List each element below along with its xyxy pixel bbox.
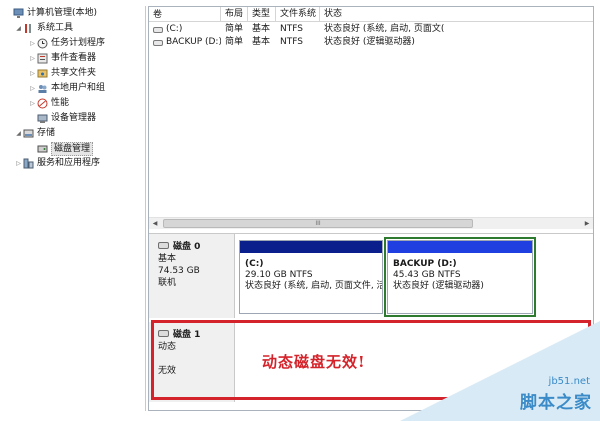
services-icon [23, 158, 34, 169]
computer-management-icon [13, 8, 24, 19]
drive-icon [153, 39, 163, 46]
disk-0-row: 磁盘 0 基本 74.53 GB 联机 (C:) 29.10 GB NTFS 状… [149, 234, 593, 318]
tree-expanded-icon[interactable]: ◢ [14, 21, 23, 36]
volume-name: BACKUP (D:) [166, 37, 221, 47]
status-cell: 状态良好 (系统, 启动, 页面文( [324, 24, 445, 34]
volume-list-header: 卷 布局 类型 文件系统 状态 [149, 7, 593, 22]
tree-collapsed-icon[interactable]: ▷ [28, 36, 37, 51]
device-manager-icon [37, 113, 48, 124]
tree-collapsed-icon[interactable]: ▷ [28, 81, 37, 96]
tree-item-label: 性能 [51, 98, 70, 108]
tree-item-label: 存储 [37, 128, 56, 138]
disk-0-title: 磁盘 0 [158, 239, 234, 252]
partition-c-text: (C:) 29.10 GB NTFS 状态良好 (系统, 启动, 页面文件, 活 [240, 253, 382, 292]
type-cell: 基本 [252, 24, 271, 34]
scroll-left-icon[interactable]: ◀ [149, 218, 161, 229]
filesystem-cell: NTFS [280, 37, 303, 47]
volume-list: 卷 布局 类型 文件系统 状态 (C:) 简单 基本 NTFS 状态良好 (系统… [149, 7, 593, 225]
disk-management-icon [37, 143, 48, 154]
tree-item-label: 事件查看器 [51, 53, 97, 63]
tree-item-label: 磁盘管理 [51, 141, 94, 156]
tree-expanded-icon[interactable]: ◢ [14, 126, 23, 141]
type-cell: 基本 [252, 37, 271, 47]
partition-d-bar [388, 241, 532, 253]
tree-collapsed-icon[interactable]: ▷ [28, 66, 37, 81]
tree-item-performance[interactable]: ▷ 性能 [4, 96, 145, 111]
column-header-type[interactable]: 类型 [248, 7, 276, 22]
partition-d-name: BACKUP (D:) [393, 259, 457, 269]
scroll-right-icon[interactable]: ▶ [581, 218, 593, 229]
disk-0-state: 联机 [158, 278, 177, 288]
tree-item-label: 服务和应用程序 [37, 158, 101, 168]
status-cell: 状态良好 (逻辑驱动器) [324, 37, 415, 47]
tree-collapsed-icon[interactable]: ▷ [28, 51, 37, 66]
layout-cell: 简单 [225, 24, 244, 34]
column-header-layout[interactable]: 布局 [221, 7, 248, 22]
volume-cell: BACKUP (D:) [149, 36, 221, 49]
tree-item-disk-management[interactable]: 磁盘管理 [4, 141, 145, 156]
tree-item-storage[interactable]: ◢ 存储 [4, 126, 145, 141]
tree-item-label: 设备管理器 [51, 113, 97, 123]
volume-name: (C:) [166, 24, 183, 34]
partition-c-size: 29.10 GB NTFS [245, 270, 313, 280]
tree-item-device-manager[interactable]: 设备管理器 [4, 111, 145, 126]
clock-icon [37, 38, 48, 49]
tree-item-label: 任务计划程序 [51, 38, 106, 48]
table-row[interactable]: BACKUP (D:) 简单 基本 NTFS 状态良好 (逻辑驱动器) [149, 36, 593, 49]
horizontal-scrollbar[interactable]: ◀ III ▶ [149, 217, 593, 229]
column-header-status[interactable]: 状态 [320, 7, 593, 22]
tree-item-shared-folders[interactable]: ▷ 共享文件夹 [4, 66, 145, 81]
filesystem-cell: NTFS [280, 24, 303, 34]
tree-item-label: 本地用户和组 [51, 83, 106, 93]
column-header-filesystem[interactable]: 文件系统 [276, 7, 320, 22]
disk-0-name: 磁盘 0 [173, 241, 201, 252]
partition-c[interactable]: (C:) 29.10 GB NTFS 状态良好 (系统, 启动, 页面文件, 活 [239, 240, 383, 314]
tree-root-label: 计算机管理(本地) [27, 8, 98, 18]
tree-item-event-viewer[interactable]: ▷ 事件查看器 [4, 51, 145, 66]
details-pane: 卷 布局 类型 文件系统 状态 (C:) 简单 基本 NTFS 状态良好 (系统… [148, 6, 594, 411]
disk-1-highlight-box: 动态磁盘无效! [151, 320, 591, 400]
tree-item-task-scheduler[interactable]: ▷ 任务计划程序 [4, 36, 145, 51]
partition-d-status: 状态良好 (逻辑驱动器) [393, 281, 484, 291]
tree-item-services-apps[interactable]: ▷ 服务和应用程序 [4, 156, 145, 171]
partition-c-name: (C:) [245, 259, 264, 269]
tree-root[interactable]: 计算机管理(本地) [4, 6, 145, 21]
disk-graphical-view: 磁盘 0 基本 74.53 GB 联机 (C:) 29.10 GB NTFS 状… [149, 233, 593, 410]
volume-cell: (C:) [149, 23, 221, 36]
event-viewer-icon [37, 53, 48, 64]
performance-icon [37, 98, 48, 109]
disk-0-kind: 基本 [158, 254, 177, 264]
tree-item-local-users[interactable]: ▷ 本地用户和组 [4, 81, 145, 96]
layout-cell: 简单 [225, 37, 244, 47]
shared-folder-icon [37, 68, 48, 79]
partition-d-text: BACKUP (D:) 45.43 GB NTFS 状态良好 (逻辑驱动器) [388, 253, 532, 292]
console-tree: 计算机管理(本地) ◢ 系统工具 ▷ 任务计划程序 ▷ 事件查看器 ▷ 共享文件… [4, 6, 146, 411]
partition-c-status: 状态良好 (系统, 启动, 页面文件, 活 [245, 281, 382, 291]
partition-c-bar [240, 241, 382, 253]
users-icon [37, 83, 48, 94]
disk-1-invalid-message: 动态磁盘无效! [262, 353, 366, 371]
scroll-grip: III [315, 220, 321, 227]
storage-icon [23, 128, 34, 139]
column-header-volume[interactable]: 卷 [149, 7, 221, 22]
disk-0-size: 74.53 GB [158, 266, 200, 276]
partition-d[interactable]: BACKUP (D:) 45.43 GB NTFS 状态良好 (逻辑驱动器) [384, 237, 536, 317]
disk-0-info[interactable]: 磁盘 0 基本 74.53 GB 联机 [149, 234, 235, 318]
tree-collapsed-icon[interactable]: ▷ [28, 96, 37, 111]
tree-item-system-tools[interactable]: ◢ 系统工具 [4, 21, 145, 36]
table-row[interactable]: (C:) 简单 基本 NTFS 状态良好 (系统, 启动, 页面文( [149, 23, 593, 36]
scrollbar-thumb[interactable]: III [163, 219, 473, 228]
disk-icon [158, 241, 169, 249]
tree-item-label: 共享文件夹 [51, 68, 97, 78]
tools-icon [23, 23, 34, 34]
tree-collapsed-icon[interactable]: ▷ [14, 156, 23, 171]
partition-d-size: 45.43 GB NTFS [393, 270, 461, 280]
tree-item-label: 系统工具 [37, 23, 74, 33]
drive-icon [153, 26, 163, 33]
